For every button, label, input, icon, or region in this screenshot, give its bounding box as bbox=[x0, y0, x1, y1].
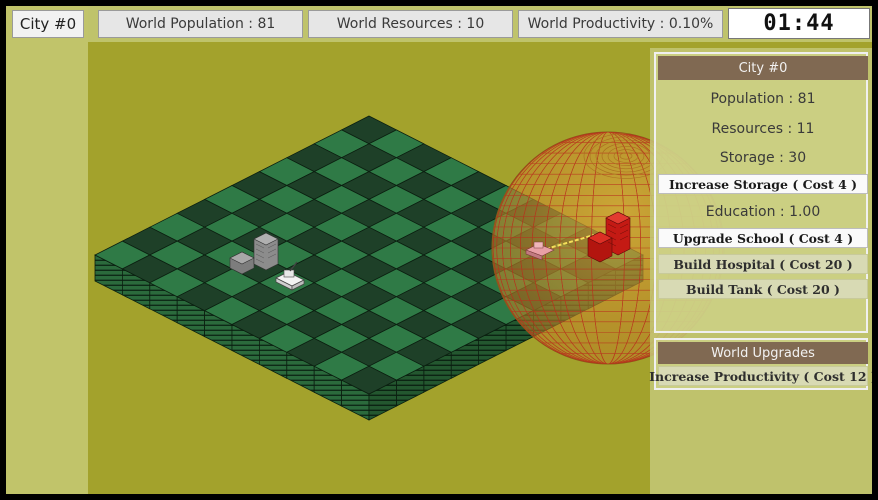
side-panel: City #0 Population : 81 Resources : 11 S… bbox=[649, 48, 872, 494]
game-timer: 01:44 bbox=[728, 8, 870, 39]
city-panel: City #0 Population : 81 Resources : 11 S… bbox=[654, 52, 868, 333]
city-panel-title: City #0 bbox=[658, 56, 868, 80]
increase-storage-button[interactable]: Increase Storage ( Cost 4 ) bbox=[658, 174, 868, 194]
game-viewport[interactable]: City #0 World Population : 81 World Reso… bbox=[6, 6, 872, 494]
build-hospital-button[interactable]: Build Hospital ( Cost 20 ) bbox=[658, 254, 868, 274]
city-selector-button[interactable]: City #0 bbox=[12, 10, 84, 38]
world-resources-display: World Resources : 10 bbox=[308, 10, 513, 38]
build-tank-button[interactable]: Build Tank ( Cost 20 ) bbox=[658, 279, 868, 299]
city-storage: Storage : 30 bbox=[719, 150, 807, 166]
world-upgrades-title: World Upgrades bbox=[658, 342, 868, 364]
world-productivity-display: World Productivity : 0.10% bbox=[518, 10, 723, 38]
city-resources: Resources : 11 bbox=[711, 121, 815, 137]
increase-productivity-button[interactable]: Increase Productivity ( Cost 12 ) bbox=[649, 366, 872, 386]
city-population: Population : 81 bbox=[710, 91, 816, 107]
city-education: Education : 1.00 bbox=[705, 204, 821, 220]
world-population-display: World Population : 81 bbox=[98, 10, 303, 38]
upgrade-school-button[interactable]: Upgrade School ( Cost 4 ) bbox=[658, 228, 868, 248]
world-upgrades-panel: World Upgrades Increase Productivity ( C… bbox=[649, 338, 872, 390]
